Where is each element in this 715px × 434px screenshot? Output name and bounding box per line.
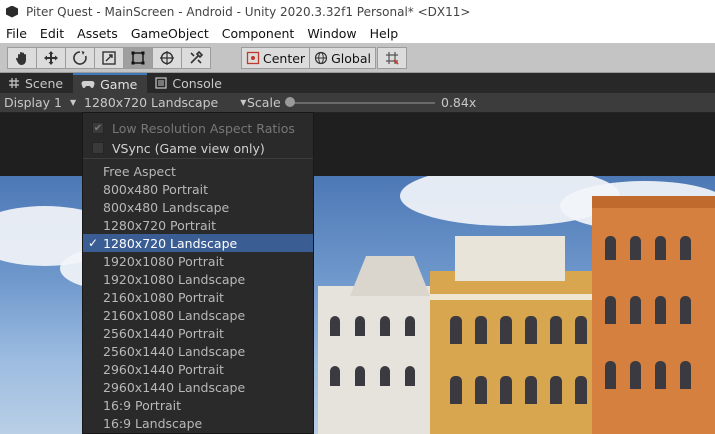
rotate-tool-button[interactable] xyxy=(65,47,95,69)
snap-group xyxy=(377,47,407,69)
aspect-item-label: 2960x1440 Landscape xyxy=(103,379,246,395)
aspect-item-label: 1920x1080 Portrait xyxy=(103,253,224,269)
grid-snap-button[interactable] xyxy=(377,47,407,69)
scale-slider-handle[interactable] xyxy=(285,97,295,107)
tab-console-label: Console xyxy=(172,75,222,91)
aspect-item-label: 800x480 Portrait xyxy=(103,181,209,197)
scene-grid-icon xyxy=(9,78,19,88)
aspect-item[interactable]: Free Aspect xyxy=(83,162,313,180)
pivot-center-button[interactable]: Center xyxy=(241,47,311,69)
gamepad-icon xyxy=(81,81,95,88)
scale-label: Scale xyxy=(247,95,281,110)
scale-tool-button[interactable] xyxy=(94,47,124,69)
aspect-item-label: 2960x1440 Portrait xyxy=(103,361,224,377)
menu-window[interactable]: Window xyxy=(307,26,356,41)
checkmark-icon: ✓ xyxy=(87,236,99,250)
chevron-down-icon: ▼ xyxy=(70,98,77,107)
pivot-global-button[interactable]: Global xyxy=(309,47,376,69)
aspect-item-label: 1920x1080 Landscape xyxy=(103,271,246,287)
aspect-item[interactable]: 16:9 Portrait xyxy=(83,396,313,414)
tab-scene-label: Scene xyxy=(25,75,64,91)
window-title: Piter Quest - MainScreen - Android - Uni… xyxy=(26,4,471,19)
scale-icon xyxy=(102,51,116,65)
menu-edit[interactable]: Edit xyxy=(40,26,64,41)
aspect-item-label: 16:9 Portrait xyxy=(103,397,181,413)
aspect-item[interactable]: 2960x1440 Landscape xyxy=(83,378,313,396)
transform-gizmo-icon xyxy=(160,51,174,65)
hand-tool-button[interactable] xyxy=(7,47,37,69)
aspect-item[interactable]: ✓ 1280x720 Landscape xyxy=(83,234,313,252)
globe-icon xyxy=(314,51,328,65)
aspect-item[interactable]: 1920x1080 Portrait xyxy=(83,252,313,270)
aspect-item[interactable]: 16:9 Landscape xyxy=(83,414,313,432)
title-bar: Piter Quest - MainScreen - Android - Uni… xyxy=(0,0,715,23)
rotate-icon xyxy=(73,51,87,65)
aspect-item[interactable]: 2560x1440 Portrait xyxy=(83,324,313,342)
aspect-item-label: 800x480 Landscape xyxy=(103,199,230,215)
game-view-toolbar: Display 1 ▼ 1280x720 Landscape ▼ Scale 0… xyxy=(0,93,715,113)
display-label: Display 1 xyxy=(4,95,63,110)
tab-game-label: Game xyxy=(100,76,138,92)
aspect-item-label: 1280x720 Portrait xyxy=(103,217,216,233)
grid-snap-icon xyxy=(386,52,399,65)
unity-logo-icon xyxy=(6,5,18,18)
move-tool-button[interactable] xyxy=(36,47,66,69)
aspect-item[interactable]: 2560x1440 Landscape xyxy=(83,342,313,360)
low-resolution-aspect-option[interactable]: ✔ Low Resolution Aspect Ratios xyxy=(83,118,313,138)
menu-bar: File Edit Assets GameObject Component Wi… xyxy=(0,23,715,43)
aspect-item-label: 2160x1080 Landscape xyxy=(103,307,246,323)
aspect-item-label: 2560x1440 Landscape xyxy=(103,343,246,359)
tab-game[interactable]: Game xyxy=(73,73,148,93)
aspect-item-label: 1280x720 Landscape xyxy=(103,235,238,251)
aspect-item[interactable]: 2160x1080 Portrait xyxy=(83,288,313,306)
low-resolution-checkbox[interactable]: ✔ xyxy=(92,122,104,134)
scale-slider-track[interactable] xyxy=(289,102,435,104)
move-arrows-icon xyxy=(44,51,58,65)
menu-separator xyxy=(83,158,313,159)
aspect-item[interactable]: 2960x1440 Portrait xyxy=(83,360,313,378)
resolution-label: 1280x720 Landscape xyxy=(84,95,219,110)
pivot-global-label: Global xyxy=(331,50,371,66)
main-toolbar: Center Global xyxy=(0,43,715,73)
aspect-item-label: 2560x1440 Portrait xyxy=(103,325,224,341)
aspect-item[interactable]: 1920x1080 Landscape xyxy=(83,270,313,288)
hand-icon xyxy=(15,52,26,65)
transform-tools xyxy=(7,47,211,69)
aspect-item-label: Free Aspect xyxy=(103,163,176,179)
aspect-item[interactable]: 800x480 Landscape xyxy=(83,198,313,216)
pivot-toggles: Center Global xyxy=(241,47,376,69)
vsync-option[interactable]: VSync (Game view only) xyxy=(83,138,313,158)
chevron-down-icon: ▼ xyxy=(240,98,247,107)
aspect-item[interactable]: 2160x1080 Landscape xyxy=(83,306,313,324)
menu-gameobject[interactable]: GameObject xyxy=(131,26,209,41)
resolution-dropdown-menu: ✔ Low Resolution Aspect Ratios VSync (Ga… xyxy=(82,112,314,434)
aspect-item-label: 2160x1080 Portrait xyxy=(103,289,224,305)
aspect-item-label: 16:9 Landscape xyxy=(103,415,203,431)
aspect-item[interactable]: 1280x720 Portrait xyxy=(83,216,313,234)
vsync-checkbox[interactable] xyxy=(92,142,104,154)
vsync-label: VSync (Game view only) xyxy=(112,140,265,156)
console-icon xyxy=(155,77,167,89)
custom-tool-button[interactable] xyxy=(181,47,211,69)
tab-console[interactable]: Console xyxy=(147,73,232,93)
pivot-center-icon xyxy=(246,51,260,65)
scale-value: 0.84x xyxy=(441,95,477,110)
menu-assets[interactable]: Assets xyxy=(77,26,118,41)
low-resolution-label: Low Resolution Aspect Ratios xyxy=(112,120,295,136)
rect-transform-icon xyxy=(131,51,145,65)
rect-tool-button[interactable] xyxy=(123,47,153,69)
menu-component[interactable]: Component xyxy=(222,26,295,41)
pivot-center-label: Center xyxy=(263,50,306,66)
display-dropdown[interactable]: Display 1 ▼ xyxy=(4,94,76,111)
editor-tabs: Scene Game Console xyxy=(0,73,715,93)
transform-tool-button[interactable] xyxy=(152,47,182,69)
tools-icon xyxy=(190,50,204,64)
menu-help[interactable]: Help xyxy=(370,26,399,41)
aspect-item[interactable]: 800x480 Portrait xyxy=(83,180,313,198)
tab-scene[interactable]: Scene xyxy=(0,73,73,93)
menu-file[interactable]: File xyxy=(6,26,27,41)
resolution-dropdown[interactable]: 1280x720 Landscape ▼ xyxy=(84,94,246,111)
